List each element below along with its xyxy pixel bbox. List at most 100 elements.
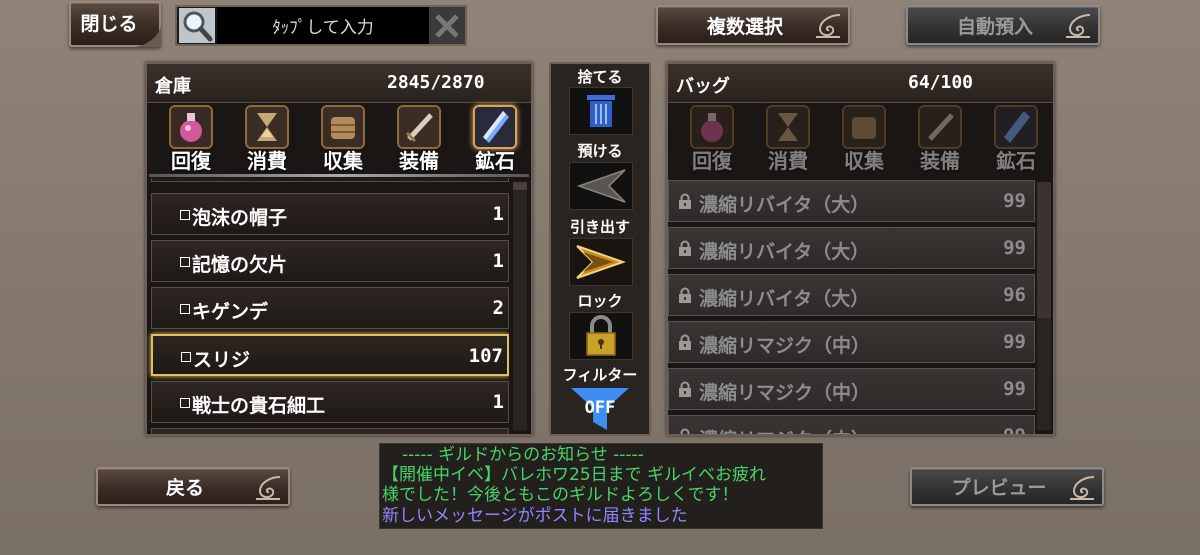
filter-state: OFF xyxy=(584,398,616,418)
withdraw-label: 引き出す xyxy=(569,218,630,236)
discard-button[interactable] xyxy=(569,87,633,135)
list-item[interactable] xyxy=(151,428,509,434)
warehouse-panel: 倉庫 2845/2870 回復 消費 収集 装備 鉱石 泡沫の帽子 1 記憶の欠… xyxy=(145,62,533,436)
list-item[interactable]: 濃縮リマジク（中） 99 xyxy=(668,415,1035,434)
item-quantity: 1 xyxy=(492,391,504,413)
checkbox[interactable] xyxy=(180,304,190,314)
withdraw-button[interactable] xyxy=(569,238,633,286)
search-input[interactable]: ﾀｯﾌﾟして入力 xyxy=(217,7,429,44)
item-name: 濃縮リバイタ（大） xyxy=(699,241,870,263)
lock-icon xyxy=(677,428,693,434)
tab-label: 鉱石 xyxy=(996,149,1036,173)
filter-label: フィルター xyxy=(562,366,638,384)
filter-button[interactable]: OFF xyxy=(569,386,631,432)
clear-button[interactable] xyxy=(429,7,465,44)
search-bar[interactable]: ﾀｯﾌﾟして入力 xyxy=(175,5,467,46)
item-quantity: 96 xyxy=(1003,284,1026,306)
auto-deposit-label: 自動預入 xyxy=(956,15,1033,38)
arrow-left-icon xyxy=(576,169,626,203)
item-name: 戦士の貴石細工 xyxy=(192,395,326,417)
item-name: スリジ xyxy=(193,349,251,371)
item-quantity: 99 xyxy=(1003,237,1026,259)
lock-icon xyxy=(677,193,693,209)
item-name: 濃縮リマジク（中） xyxy=(699,425,870,434)
guild-notice-line: 様でした！今後ともこのギルドよろしくです！ xyxy=(382,485,739,505)
tab-label: 回復 xyxy=(692,149,732,173)
checkbox[interactable] xyxy=(180,257,190,267)
bag-title: バッグ xyxy=(676,76,730,97)
tab-label: 消費 xyxy=(768,149,808,173)
item-quantity: 99 xyxy=(1003,378,1026,400)
swirl-ornament-icon xyxy=(1064,11,1092,39)
item-name: キゲンデ xyxy=(192,301,269,323)
tab-label: 消費 xyxy=(247,149,287,173)
item-name: 濃縮リマジク（中） xyxy=(699,382,871,404)
item-quantity: 99 xyxy=(1003,190,1026,212)
scrollbar-thumb[interactable] xyxy=(513,182,527,190)
discard-label: 捨てる xyxy=(577,68,623,86)
corner-flourish-icon xyxy=(135,27,161,47)
checkbox[interactable] xyxy=(181,352,191,362)
item-quantity: 99 xyxy=(1003,425,1026,434)
search-icon[interactable] xyxy=(179,8,215,43)
list-item[interactable]: 濃縮リマジク（中） 99 xyxy=(668,368,1035,410)
list-item[interactable]: 泡沫の帽子 1 xyxy=(151,193,509,235)
bag-item-list[interactable]: 濃縮リバイタ（大） 99 濃縮リバイタ（大） 99 濃縮リバイタ（大） 96 濃… xyxy=(668,178,1035,434)
item-quantity: 1 xyxy=(492,250,504,272)
scrollbar-thumb[interactable] xyxy=(1037,182,1051,318)
hourglass-icon xyxy=(245,105,289,149)
list-item[interactable]: 濃縮リバイタ（大） 99 xyxy=(668,180,1035,222)
sword-icon xyxy=(918,105,962,149)
bag-count: 64/100 xyxy=(908,72,974,93)
list-item[interactable] xyxy=(151,178,509,182)
potion-icon xyxy=(169,105,213,149)
warehouse-header: 倉庫 2845/2870 xyxy=(147,64,531,103)
list-item[interactable]: 記憶の欠片 1 xyxy=(151,240,509,282)
lock-label: ロック xyxy=(577,292,623,310)
multi-select-button[interactable]: 複数選択 xyxy=(656,5,850,45)
multi-select-label: 複数選択 xyxy=(706,15,783,38)
close-button[interactable]: 閉じる xyxy=(69,1,161,47)
list-item[interactable]: 濃縮リバイタ（大） 96 xyxy=(668,274,1035,316)
sword-icon xyxy=(397,105,441,149)
swirl-ornament-icon xyxy=(814,11,842,39)
tab-label: 回復 xyxy=(171,149,211,173)
deposit-button[interactable] xyxy=(569,162,633,210)
close-label: 閉じる xyxy=(80,12,138,35)
auto-deposit-button[interactable]: 自動預入 xyxy=(906,5,1100,45)
back-button[interactable]: 戻る xyxy=(96,467,290,506)
preview-label: プレビュー xyxy=(951,477,1047,499)
close-icon xyxy=(435,13,459,38)
crystal-icon xyxy=(994,105,1038,149)
new-mail-notice: 新しいメッセージがポストに届きました xyxy=(382,506,688,526)
item-quantity: 99 xyxy=(1003,331,1026,353)
lock-icon xyxy=(677,334,693,350)
bag-panel: バッグ 64/100 回復 消費 収集 装備 鉱石 濃縮リバイタ（大） 99 濃… xyxy=(666,62,1055,436)
lock-icon xyxy=(677,381,693,397)
warehouse-count: 2845/2870 xyxy=(387,72,485,93)
list-item[interactable]: 戦士の貴石細工 1 xyxy=(151,381,509,423)
crystal-icon xyxy=(473,105,517,149)
list-item[interactable]: 濃縮リマジク（中） 99 xyxy=(668,321,1035,363)
checkbox[interactable] xyxy=(180,210,190,220)
arrow-right-icon xyxy=(576,245,627,279)
preview-button[interactable]: プレビュー xyxy=(910,467,1104,506)
item-name: 濃縮リバイタ（大） xyxy=(699,288,870,310)
item-name: 泡沫の帽子 xyxy=(192,207,288,229)
list-item-selected[interactable]: スリジ 107 xyxy=(151,334,509,376)
swirl-ornament-icon xyxy=(1068,473,1096,501)
potion-icon xyxy=(690,105,734,149)
warehouse-item-list[interactable]: 泡沫の帽子 1 記憶の欠片 1 キゲンデ 2 スリジ 107 戦士の貴石細工 1 xyxy=(147,178,509,434)
checkbox[interactable] xyxy=(180,398,190,408)
guild-message-box: ----- ギルドからのお知らせ ----- 【開催中イベ】バレホワ25日まで … xyxy=(379,443,823,529)
list-item[interactable]: 濃縮リバイタ（大） 99 xyxy=(668,227,1035,269)
item-quantity: 2 xyxy=(492,297,504,319)
lock-icon xyxy=(677,287,693,303)
lock-icon xyxy=(677,240,693,256)
list-item[interactable]: キゲンデ 2 xyxy=(151,287,509,329)
scrollbar[interactable] xyxy=(513,182,527,430)
lock-button[interactable] xyxy=(569,312,633,360)
item-quantity: 107 xyxy=(468,345,503,367)
scrollbar[interactable] xyxy=(1037,182,1051,430)
tab-label: 収集 xyxy=(844,149,884,173)
